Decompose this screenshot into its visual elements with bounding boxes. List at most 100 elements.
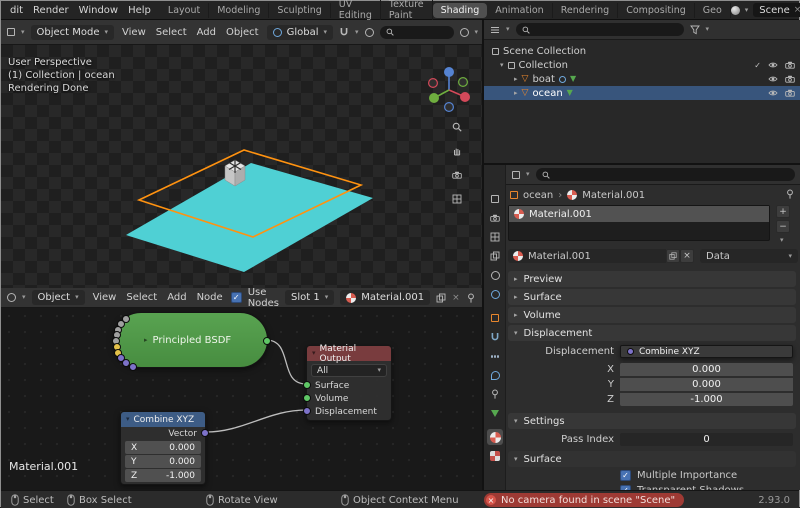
pin-icon[interactable] <box>785 189 795 199</box>
proportional-editing-icon[interactable] <box>364 27 374 37</box>
remove-slot-button[interactable]: − <box>776 220 790 233</box>
displacement-node-field[interactable]: Combine XYZ <box>620 345 793 358</box>
tab-particles-icon[interactable] <box>487 348 503 364</box>
node-material-output[interactable]: ▾ Material Output All ▾ Surface Volume D… <box>303 344 392 421</box>
toggle-ortho-grid-icon[interactable] <box>449 191 465 207</box>
shader-menu-node[interactable]: Node <box>195 292 225 303</box>
material-browse-field[interactable]: Material.001 <box>508 249 666 263</box>
material-datablock-field[interactable]: Material.001 <box>340 290 431 305</box>
viewport-editor-type-caret[interactable]: ▾ <box>21 28 25 36</box>
tab-sculpting[interactable]: Sculpting <box>269 2 331 18</box>
add-slot-button[interactable]: + <box>776 205 790 218</box>
panel-preview[interactable]: ▸ Preview <box>508 271 796 287</box>
tab-material-icon[interactable] <box>487 429 503 445</box>
center-cube[interactable] <box>224 159 246 187</box>
viewport-search-input[interactable] <box>379 25 454 39</box>
socket-input-vector[interactable] <box>129 363 137 371</box>
scene-unlink-icon[interactable]: × <box>794 5 800 15</box>
socket-input-volume[interactable] <box>303 394 311 402</box>
tab-render-icon[interactable] <box>487 210 503 226</box>
disable-render-camera-icon[interactable] <box>785 60 795 70</box>
error-close-icon[interactable]: × <box>486 495 496 505</box>
collapse-arrow-icon[interactable]: ▾ <box>312 350 316 357</box>
shader-type-select[interactable]: Object ▾ <box>31 290 85 305</box>
hide-eye-icon[interactable] <box>768 74 778 84</box>
tab-physics-icon[interactable] <box>487 367 503 383</box>
node-principled-bsdf[interactable]: ▸ Principled BSDF <box>112 312 271 371</box>
snap-magnet-icon[interactable] <box>339 27 349 37</box>
outliner-row-boat[interactable]: ▸ ▽ boat ▼ <box>484 72 800 86</box>
properties-search-input[interactable] <box>535 168 795 181</box>
panel-settings[interactable]: ▾ Settings <box>508 413 796 429</box>
tab-geometry-nodes[interactable]: Geo <box>695 2 731 18</box>
outliner-search-input[interactable] <box>515 23 684 36</box>
panel-volume[interactable]: ▸ Volume <box>508 307 796 323</box>
gizmos-toggle-icon[interactable] <box>459 27 469 37</box>
scene-selector[interactable]: Scene × <box>753 3 800 17</box>
material-link-dropdown[interactable]: Data ▾ <box>700 249 798 263</box>
properties-editor-type-caret[interactable]: ▾ <box>526 171 530 178</box>
slot-specials-caret[interactable]: ▾ <box>780 237 784 244</box>
multiple-importance-checkbox[interactable]: ✓ <box>620 470 631 481</box>
expand-icon[interactable]: ▸ <box>514 75 518 83</box>
hide-eye-icon[interactable] <box>768 60 778 70</box>
shader-menu-view[interactable]: View <box>91 292 119 303</box>
combine-z-field[interactable]: Z -1.000 <box>125 469 201 482</box>
material-slot-list[interactable]: Material.001 <box>508 205 770 241</box>
node-output-header[interactable]: ▾ Material Output <box>307 344 391 364</box>
shader-editor-type-caret[interactable]: ▾ <box>22 294 26 301</box>
disable-render-camera-icon[interactable] <box>785 74 795 84</box>
shader-menu-select[interactable]: Select <box>124 292 159 303</box>
tab-modeling[interactable]: Modeling <box>209 2 270 18</box>
viewport-menu-object[interactable]: Object <box>224 27 261 38</box>
pass-index-field[interactable]: 0 <box>620 433 793 446</box>
socket-output-bsdf[interactable] <box>263 337 271 345</box>
slot-select[interactable]: Slot 1 ▾ <box>284 290 335 305</box>
disp-x-field[interactable]: 0.000 <box>620 363 793 376</box>
panel-displacement[interactable]: ▾ Displacement <box>508 325 796 341</box>
breadcrumb-object[interactable]: ocean <box>523 190 553 201</box>
hide-eye-icon[interactable] <box>768 88 778 98</box>
tab-shading[interactable]: Shading <box>432 2 488 18</box>
viewport-menu-add[interactable]: Add <box>195 27 218 38</box>
tab-rendering[interactable]: Rendering <box>553 2 619 18</box>
tab-view-layer-icon[interactable] <box>487 248 503 264</box>
collapse-arrow-icon[interactable]: ▸ <box>144 336 148 344</box>
node-combine-header[interactable]: ▾ Combine XYZ <box>121 412 205 427</box>
socket-input-surface[interactable] <box>303 381 311 389</box>
outliner-row-collection[interactable]: ▾ Collection ✓ <box>484 58 800 72</box>
camera-view-icon[interactable] <box>449 167 465 183</box>
new-material-copy-icon[interactable] <box>436 293 446 303</box>
mode-select[interactable]: Object Mode ▾ <box>30 24 115 40</box>
error-message-pill[interactable]: × No camera found in scene "Scene" <box>484 493 685 507</box>
subpanel-surface[interactable]: ▾ Surface <box>508 451 796 467</box>
material-slot-row[interactable]: Material.001 <box>509 206 769 222</box>
outliner-row-scene-collection[interactable]: Scene Collection <box>484 44 800 58</box>
transform-orientation-select[interactable]: Global ▾ <box>266 24 333 40</box>
socket-output-vector[interactable] <box>201 429 209 437</box>
output-target-select[interactable]: All ▾ <box>311 364 387 377</box>
breadcrumb-material[interactable]: Material.001 <box>582 190 645 201</box>
menu-help[interactable]: Help <box>123 5 156 16</box>
tab-texture-icon[interactable] <box>487 448 503 464</box>
unlink-material-button[interactable]: × <box>680 249 694 263</box>
combine-y-field[interactable]: Y 0.000 <box>125 455 201 468</box>
expand-icon[interactable]: ▾ <box>500 61 504 69</box>
collapse-arrow-icon[interactable]: ▾ <box>126 416 130 423</box>
navigation-gizmo[interactable] <box>428 67 470 112</box>
tab-world-icon[interactable] <box>487 286 503 302</box>
node-combine-xyz[interactable]: ▾ Combine XYZ Vector X 0.000 Y 0.000 Z -… <box>120 411 209 485</box>
tab-object-data-icon[interactable] <box>487 405 503 421</box>
expand-icon[interactable]: ▸ <box>514 89 518 97</box>
tab-modifiers-icon[interactable] <box>487 329 503 345</box>
panel-surface[interactable]: ▸ Surface <box>508 289 796 305</box>
socket-input-displacement[interactable] <box>303 407 311 415</box>
multiple-importance-option[interactable]: ✓ Multiple Importance <box>620 470 737 481</box>
menu-render[interactable]: Render <box>28 5 74 16</box>
properties-editor-type-icon[interactable] <box>512 170 520 179</box>
combine-x-field[interactable]: X 0.000 <box>125 441 201 454</box>
snap-caret[interactable]: ▾ <box>355 28 359 36</box>
pin-icon[interactable] <box>466 293 476 303</box>
tab-object-icon[interactable] <box>487 310 503 326</box>
tab-output-icon[interactable] <box>487 229 503 245</box>
